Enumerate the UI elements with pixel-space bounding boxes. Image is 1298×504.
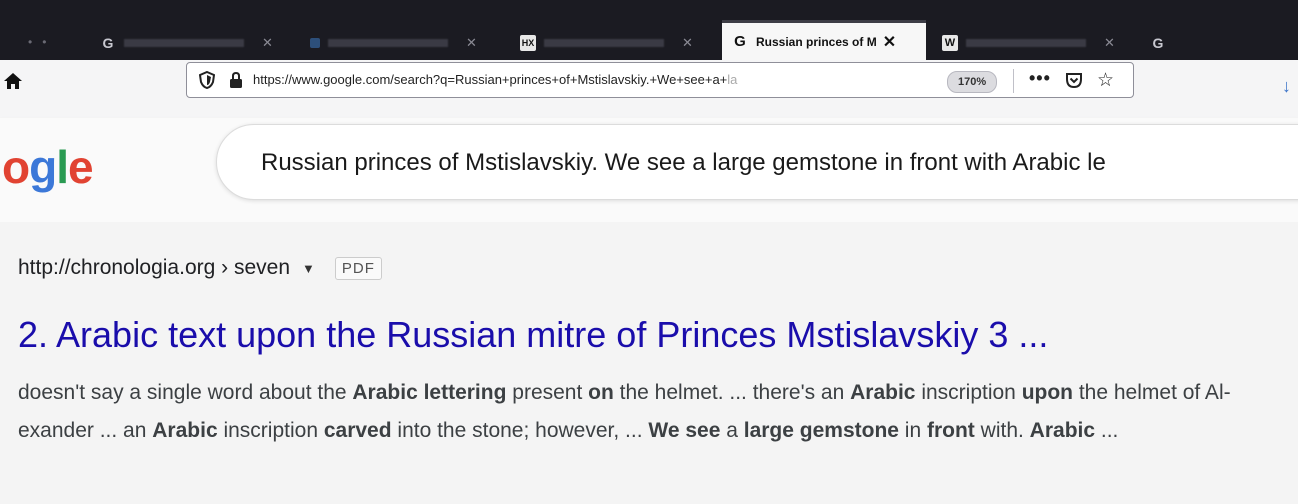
snippet-highlight: on [588,381,614,404]
snippet-text: inscription [915,381,1022,404]
tab-title [328,39,448,47]
search-result: http://chronologia.org › seven ▼ PDF 2. … [0,222,1298,504]
address-bar[interactable]: https://www.google.com/search?q=Russian+… [186,62,1134,98]
google-search-header: ogle Russian princes of Mstislavskiy. We… [0,118,1298,223]
snippet-text: present [506,381,589,404]
search-query-text[interactable]: Russian princes of Mstislavskiy. We see … [261,149,1106,177]
snippet-highlight: large gemstone [743,419,899,442]
url-fade: la [727,72,738,87]
home-icon[interactable] [2,70,24,92]
url-text[interactable]: https://www.google.com/search?q=Russian+… [253,72,813,87]
google-favicon-icon: G [734,33,746,50]
logo-letter: l [56,141,69,193]
snippet-highlight: upon [1021,381,1074,404]
logo-letter: g [29,141,57,193]
tab-6[interactable]: G [1150,26,1174,60]
snippet-text: into the stone; however, ... [391,419,649,442]
google-favicon-icon: G [1152,35,1164,51]
chevron-down-icon[interactable]: ▼ [302,261,315,276]
tab-title [966,39,1086,47]
snippet-text: inscription [217,419,324,442]
hx-favicon-icon: HX [520,35,536,51]
url-main: https://www.google.com/search?q=Russian+… [253,72,728,87]
tab-title: Russian princes of M [756,34,877,49]
snippet-highlight: We see [648,419,721,442]
logo-letter: e [68,141,94,193]
google-favicon-icon: G [102,35,114,51]
close-icon[interactable]: ✕ [1104,35,1115,51]
result-url[interactable]: http://chronologia.org › seven [18,256,290,280]
snippet-highlight: Arabic lettering [352,381,507,404]
wikipedia-favicon-icon: W [942,35,958,51]
tab-title [544,39,664,47]
result-breadcrumb: http://chronologia.org › seven ▼ PDF [18,256,382,280]
snippet-highlight: carved [323,419,392,442]
logo-letter: o [2,141,30,193]
zoom-level-button[interactable]: 170% [947,71,998,93]
snippet-text: in [898,419,927,442]
tab-favicon-icon [310,38,320,48]
divider [1013,69,1014,93]
google-logo[interactable]: ogle [2,140,94,194]
close-icon[interactable]: ✕ [682,35,693,51]
tab-title [124,39,244,47]
close-icon[interactable]: ✕ [262,35,273,51]
result-snippet: doesn't say a single word about the Arab… [18,374,1288,450]
search-input[interactable]: Russian princes of Mstislavskiy. We see … [216,124,1298,200]
tab-3[interactable]: HX ✕ [520,26,693,60]
pdf-badge: PDF [334,256,382,280]
snippet-text: doesn't say a single word about the [18,381,353,404]
page-actions-menu-icon[interactable]: ••• [1029,68,1051,89]
tab-2[interactable]: ✕ [310,26,477,60]
snippet-highlight: Arabic [1029,419,1096,442]
snippet-highlight: front [926,419,975,442]
tab-strip: • • G ✕ ✕ HX ✕ G Russian princes of M ✕ … [0,0,1298,64]
tab-nav-dots: • • [28,35,47,49]
snippet-text: with. [974,419,1030,442]
close-icon[interactable]: ✕ [466,35,477,51]
snippet-text: the helmet. ... there's an [613,381,851,404]
result-title-link[interactable]: 2. Arabic text upon the Russian mitre of… [18,314,1048,356]
download-icon[interactable]: ↓ [1282,76,1291,97]
tab-5[interactable]: W ✕ [942,26,1115,60]
pocket-icon[interactable] [1065,71,1083,89]
tab-1[interactable]: G ✕ [100,26,273,60]
lock-icon[interactable] [229,71,243,89]
tab-active-russian-princes[interactable]: G Russian princes of M ✕ [722,20,926,60]
snippet-highlight: Arabic [850,381,916,404]
tracking-protection-shield-icon[interactable] [199,71,215,89]
snippet-text: ... [1095,419,1119,442]
bookmark-star-icon[interactable]: ☆ [1097,69,1114,92]
snippet-highlight: Arabic [152,419,218,442]
snippet-text: a [720,419,744,442]
navigation-bar: https://www.google.com/search?q=Russian+… [0,60,1298,119]
close-icon[interactable]: ✕ [883,32,896,52]
